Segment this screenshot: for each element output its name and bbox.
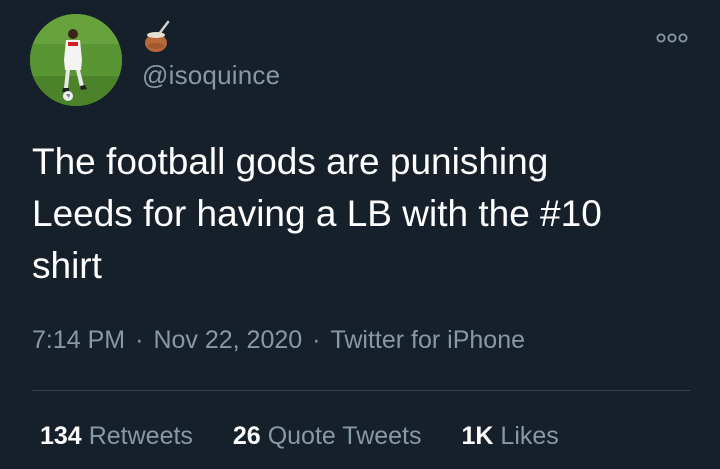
likes-count: 1K bbox=[461, 422, 494, 450]
divider bbox=[32, 390, 690, 391]
retweets-count: 134 bbox=[40, 422, 82, 450]
retweets-label: Retweets bbox=[88, 422, 193, 450]
tweet-date[interactable]: Nov 22, 2020 bbox=[153, 326, 302, 354]
quote-tweets-label: Quote Tweets bbox=[267, 422, 422, 450]
avatar[interactable] bbox=[30, 14, 122, 106]
tweet-text: The football gods are punishing Leeds fo… bbox=[32, 141, 602, 286]
more-dots-icon bbox=[656, 33, 688, 43]
meta-separator: · bbox=[312, 326, 321, 354]
tweet-meta: 7:14 PM · Nov 22, 2020 · Twitter for iPhone bbox=[32, 326, 525, 355]
tweet-card: @isoquince The football gods are punishi… bbox=[0, 0, 720, 469]
tweet-time[interactable]: 7:14 PM bbox=[32, 326, 125, 354]
retweets-stat[interactable]: 134 Retweets bbox=[40, 422, 193, 451]
tweet-stats: 134 Retweets 26 Quote Tweets 1K Likes bbox=[40, 422, 559, 451]
user-handle[interactable]: @isoquince bbox=[142, 60, 280, 91]
meta-separator: · bbox=[135, 326, 144, 354]
tweet-source[interactable]: Twitter for iPhone bbox=[330, 326, 525, 354]
likes-label: Likes bbox=[500, 422, 559, 450]
quote-tweets-count: 26 bbox=[232, 422, 261, 450]
likes-stat[interactable]: 1K Likes bbox=[461, 422, 558, 451]
mate-gourd-icon bbox=[142, 20, 172, 54]
quote-tweets-stat[interactable]: 26 Quote Tweets bbox=[233, 422, 422, 451]
more-options-button[interactable] bbox=[652, 24, 692, 50]
avatar-photo bbox=[30, 14, 122, 106]
